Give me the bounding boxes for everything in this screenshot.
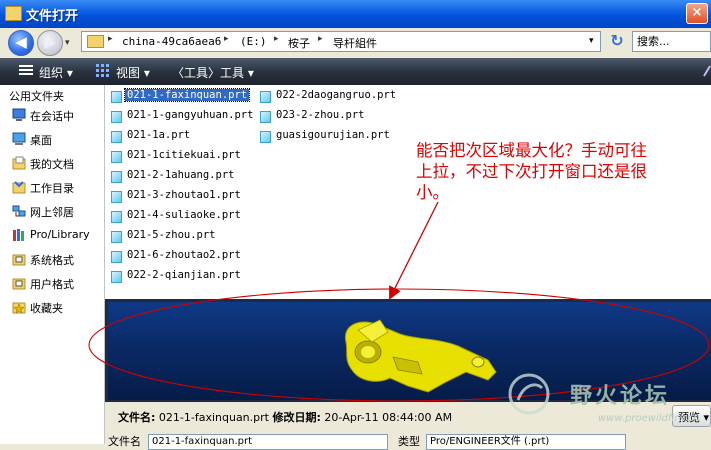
part-file-icon — [111, 91, 122, 103]
sidebar-item-label: 工作目录 — [30, 182, 74, 195]
filename-label: 文件名: — [118, 411, 156, 424]
monitor-icon — [12, 108, 26, 122]
filename-input[interactable]: 021-1-faxinquan.prt — [148, 434, 388, 450]
working-directory-icon — [12, 180, 26, 194]
annotation-line: 能否把次区域最大化？手动可往 — [416, 141, 647, 160]
part-file-icon — [111, 171, 122, 183]
sidebar-item-label: Pro/Library — [30, 228, 90, 241]
sidebar-item-my-documents[interactable]: 我的文档 — [12, 154, 104, 174]
sidebar-item-network[interactable]: 网上邻居 — [12, 202, 104, 222]
sidebar-item-working-directory[interactable]: 工作目录 — [12, 178, 104, 198]
my-documents-icon — [12, 156, 26, 170]
part-file-icon — [111, 251, 122, 263]
organize-menu[interactable]: 组织 ▾ — [39, 64, 73, 81]
part-file-icon — [260, 111, 271, 123]
sidebar-item-label: 桌面 — [30, 134, 52, 147]
watermark-url: www.proewildfire.cn — [598, 413, 700, 424]
view-icon — [95, 63, 111, 77]
breadcrumb-item[interactable]: (E:) — [240, 35, 267, 48]
filename-value: 021-1-faxinquan.prt — [158, 411, 269, 424]
annotation-line: 小。 — [416, 183, 449, 202]
network-icon — [12, 204, 26, 218]
type-select[interactable]: Pro/ENGINEER文件 (.prt) — [426, 434, 626, 450]
sidebar-item-desktop[interactable]: 桌面 — [12, 130, 104, 150]
part-file-icon — [111, 211, 122, 223]
part-file-icon — [260, 91, 271, 103]
folder-icon — [5, 6, 22, 21]
part-file-icon — [111, 231, 122, 243]
system-format-icon — [12, 252, 26, 266]
organize-icon — [18, 63, 34, 77]
chevron-right-icon[interactable]: ▸ — [224, 34, 229, 44]
name-label: 文件名 — [108, 435, 141, 448]
sidebar-title: 公用文件夹 — [9, 90, 64, 103]
breadcrumb-item[interactable]: 导杆組件 — [333, 35, 377, 51]
sidebar-item-favorites[interactable]: 收藏夹 — [12, 298, 104, 318]
address-dropdown-icon[interactable]: ▾ — [589, 36, 594, 46]
file-details: 文件名: 021-1-faxinquan.prt 修改日期: 20-Apr-11… — [118, 409, 452, 425]
user-format-icon — [12, 276, 26, 290]
sidebar-item-system-format[interactable]: 系统格式 — [12, 250, 104, 270]
history-dropdown-icon[interactable]: ▾ — [65, 38, 70, 48]
wand-icon[interactable] — [703, 58, 711, 85]
back-button[interactable]: ◀ — [8, 30, 34, 56]
breadcrumb-item[interactable]: 桉子 — [288, 35, 310, 51]
sidebar-item-label: 网上邻居 — [30, 206, 74, 219]
forward-button[interactable]: ▶ — [37, 30, 63, 56]
folder-icon — [87, 35, 104, 48]
watermark-text: 野火论坛 — [570, 384, 671, 409]
sidebar-item-label: 我的文档 — [30, 158, 74, 171]
sidebar-item-label: 在会话中 — [30, 110, 74, 123]
part-file-icon — [111, 151, 122, 163]
chevron-right-icon[interactable]: ▸ — [108, 34, 113, 44]
tools-menu[interactable]: 〈工具〉工具 ▾ — [172, 64, 254, 81]
sidebar-item-label: 系统格式 — [30, 254, 74, 267]
sidebar-item-pro-library[interactable]: Pro/Library — [12, 226, 104, 246]
sidebar-item-label: 收藏夹 — [30, 302, 63, 315]
search-input[interactable]: 搜索... — [632, 31, 711, 52]
modified-label: 修改日期: — [272, 411, 321, 424]
window-title: 文件打开 — [26, 9, 79, 24]
part-file-icon — [111, 191, 122, 203]
type-label: 类型 — [398, 435, 420, 448]
desktop-icon — [12, 132, 26, 146]
view-menu[interactable]: 视图 ▾ — [116, 64, 150, 81]
refresh-icon[interactable]: ↻ — [607, 32, 627, 52]
part-file-icon — [111, 271, 122, 283]
chevron-right-icon[interactable]: ▸ — [318, 34, 323, 44]
part-file-icon — [111, 131, 122, 143]
sidebar-item-label: 用户格式 — [30, 278, 74, 291]
sidebar-item-user-format[interactable]: 用户格式 — [12, 274, 104, 294]
modified-value: 20-Apr-11 08:44:00 AM — [324, 411, 453, 424]
annotation-line: 上拉，不过下次打开窗口还是很 — [416, 162, 647, 181]
library-icon — [12, 228, 26, 242]
favorites-icon — [12, 300, 26, 314]
breadcrumb-item[interactable]: china-49ca6aea6 — [122, 35, 221, 48]
title-bar[interactable] — [0, 0, 711, 28]
part-file-icon — [260, 131, 271, 143]
sidebar-item-in-session[interactable]: 在会话中 — [12, 106, 104, 126]
part-file-icon — [111, 111, 122, 123]
close-button[interactable]: × — [686, 3, 708, 24]
chevron-right-icon[interactable]: ▸ — [274, 34, 279, 44]
annotation-text: 能否把次区域最大化？手动可往 上拉，不过下次打开窗口还是很 小。 — [416, 140, 706, 203]
